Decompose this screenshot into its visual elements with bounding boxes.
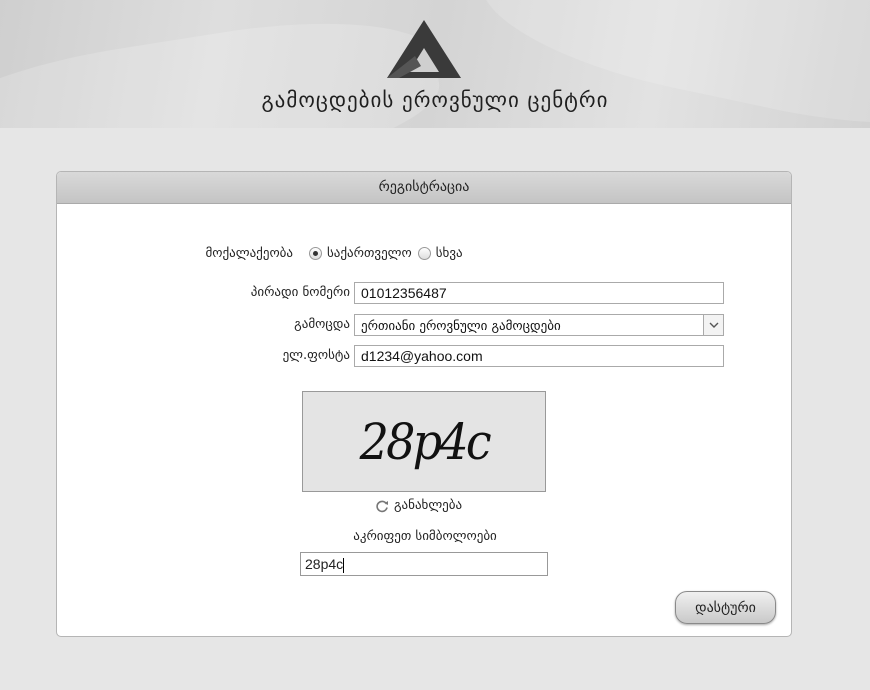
citizenship-radio-other[interactable]: [417, 247, 431, 260]
site-title: გამოცდების ეროვნული ცენტრი: [261, 88, 609, 112]
submit-button[interactable]: დასტური: [675, 591, 776, 624]
panel-title: რეგისტრაცია: [57, 172, 791, 204]
email-input[interactable]: d1234@yahoo.com: [354, 345, 724, 367]
citizenship-label: მოქალაქეობა: [205, 246, 293, 261]
captcha-input-value: 28p4c: [305, 556, 344, 572]
citizenship-option-georgia-label[interactable]: საქართველო: [327, 246, 412, 261]
captcha-image: 28p4c: [302, 391, 546, 492]
nacc-triangle-logo-icon: [387, 20, 461, 78]
exam-select[interactable]: ერთიანი ეროვნული გამოცდები: [354, 314, 724, 336]
exam-label: გამოცდა: [294, 317, 350, 332]
personal-id-input[interactable]: 01012356487: [354, 282, 724, 304]
captcha-refresh-label: განახლება: [394, 498, 463, 513]
captcha-prompt: აკრიფეთ სიმბოლოები: [353, 529, 497, 544]
email-label: ელ.ფოსტა: [282, 348, 350, 363]
registration-panel: რეგისტრაცია მოქალაქეობა საქართველო სხვა …: [56, 171, 792, 637]
captcha-input[interactable]: 28p4c: [300, 552, 548, 576]
exam-selected-value: ერთიანი ეროვნული გამოცდები: [361, 319, 561, 334]
chevron-down-icon[interactable]: [703, 315, 723, 335]
text-caret: [343, 557, 345, 573]
site-header: გამოცდების ეროვნული ცენტრი: [0, 0, 870, 128]
citizenship-radio-group: საქართველო სხვა: [309, 246, 463, 261]
citizenship-option-other-label[interactable]: სხვა: [436, 246, 463, 261]
personal-id-label: პირადი ნომერი: [250, 285, 350, 300]
citizenship-radio-georgia[interactable]: [309, 247, 322, 260]
refresh-icon: [376, 500, 388, 512]
captcha-refresh-button[interactable]: განახლება: [375, 498, 462, 513]
captcha-image-text: 28p4c: [359, 412, 491, 471]
